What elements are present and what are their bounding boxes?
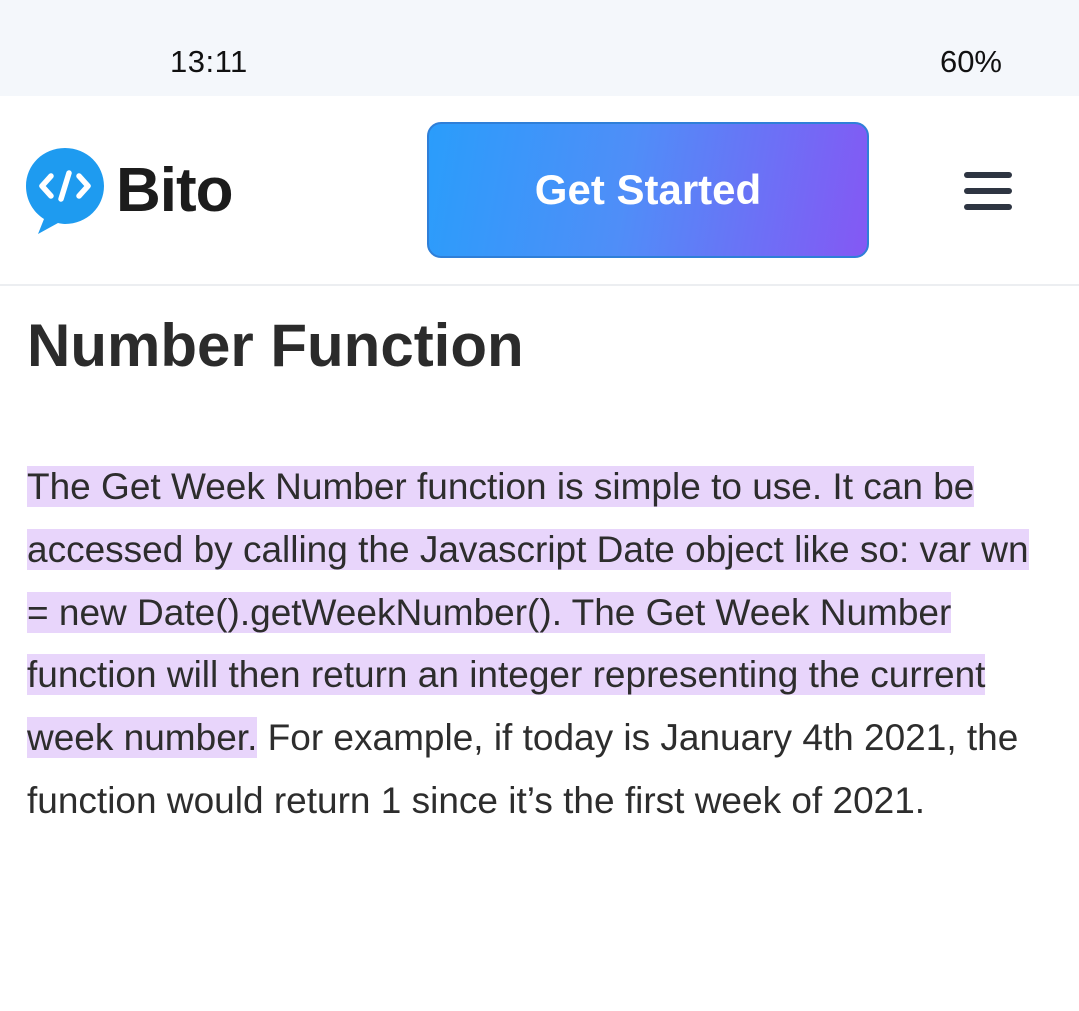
battery-level: 60% [939,44,1002,79]
page-title: Number Function [27,312,524,379]
site-header: Bito Get Started [0,96,1079,286]
article-paragraph: The Get Week Number function is simple t… [27,456,1057,833]
status-bar: 13:11 60% [0,0,1079,96]
article-content: Number Function The Get Week Number func… [27,300,1057,833]
logo-wordmark: Bito [116,155,234,225]
highlighted-text[interactable]: The Get Week Number function is simple t… [27,466,1029,759]
hamburger-menu-icon[interactable] [958,168,1018,214]
bito-logo[interactable]: Bito [24,144,234,236]
code-bubble-icon [26,148,104,234]
status-time: 13:11 [170,44,248,79]
get-started-button[interactable]: Get Started [427,122,869,258]
